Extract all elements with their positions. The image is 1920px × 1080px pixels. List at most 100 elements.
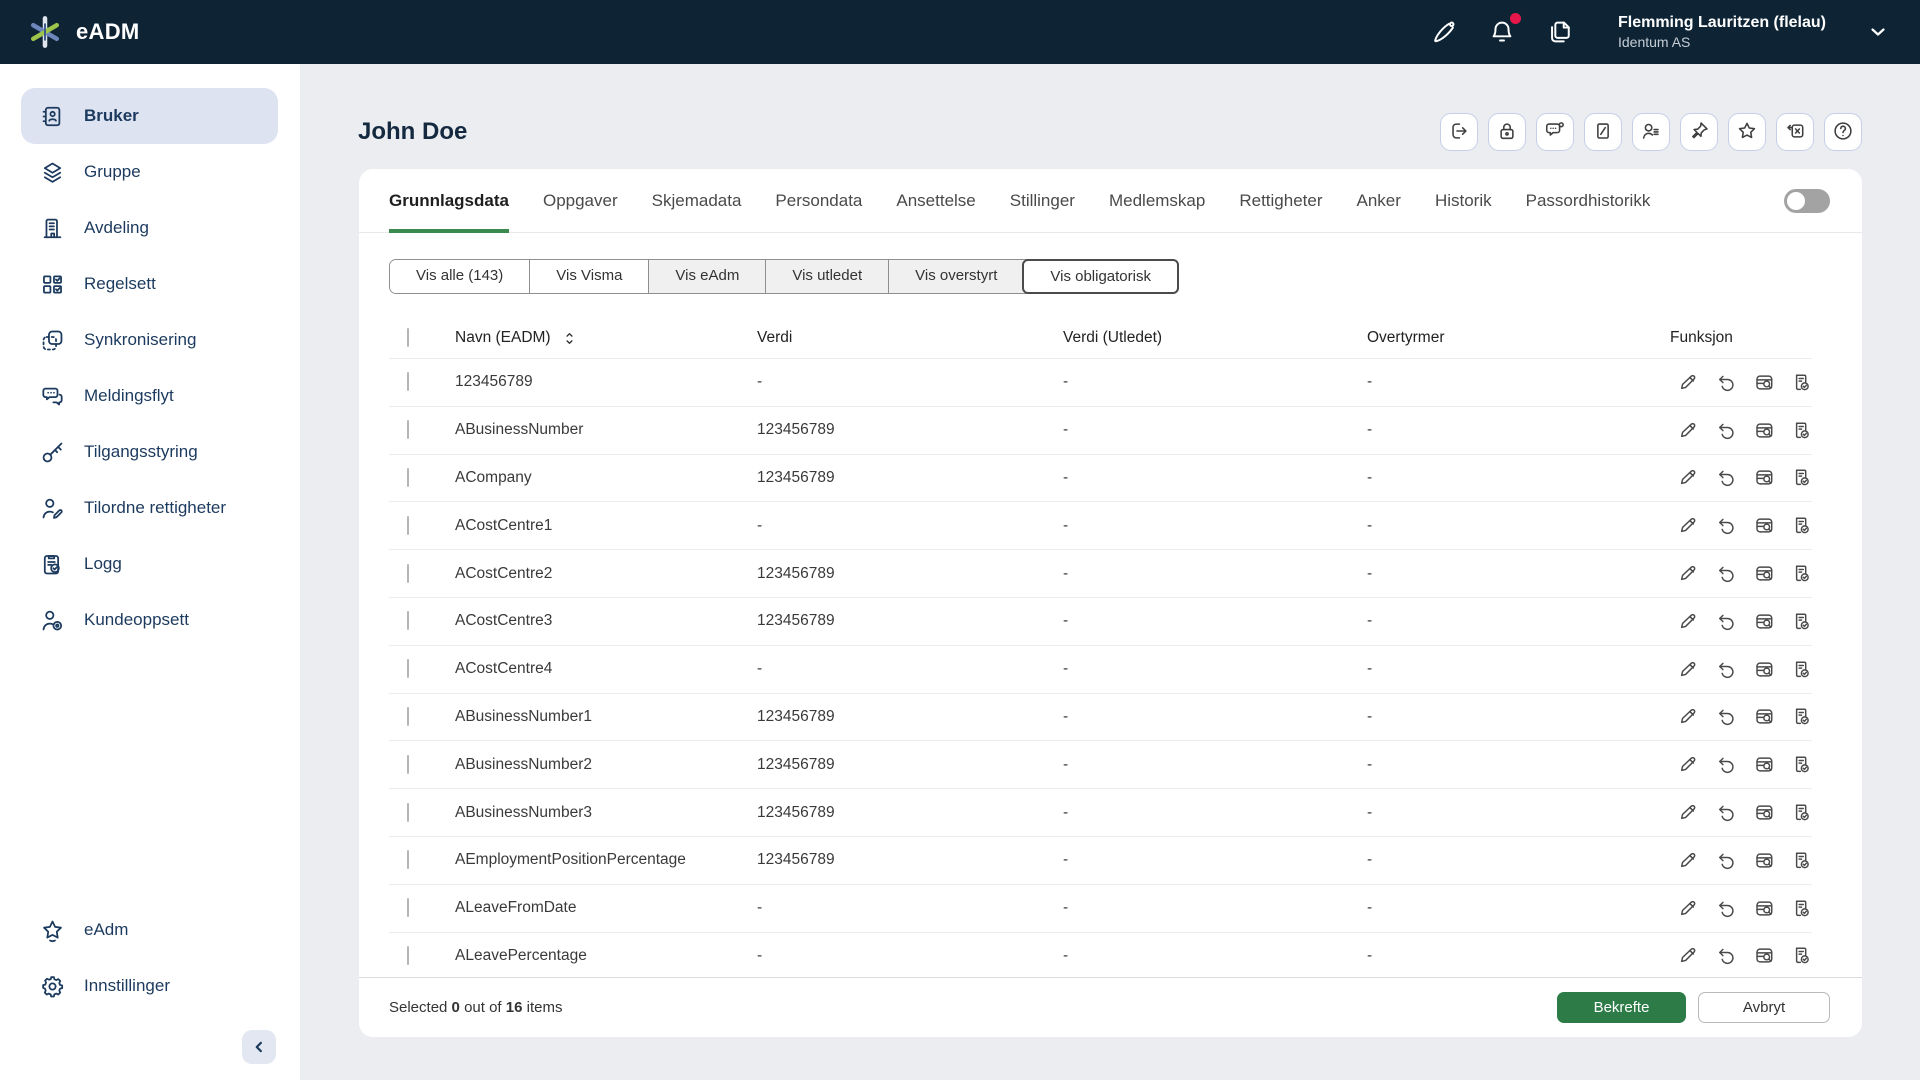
edit-icon[interactable] [1678,466,1699,489]
pen-button[interactable] [1430,18,1458,46]
approve-icon[interactable] [1791,753,1812,776]
sort-icon[interactable] [561,330,578,347]
edit-icon[interactable] [1678,371,1699,394]
approve-icon[interactable] [1791,514,1812,537]
filter-vis-overstyrt[interactable]: Vis overstyrt [888,260,1024,293]
star-button[interactable] [1728,113,1766,151]
edit-icon[interactable] [1678,944,1699,967]
row-checkbox[interactable] [407,372,409,392]
tab-anker[interactable]: Anker [1357,169,1401,232]
undo-icon[interactable] [1716,419,1737,442]
tab-persondata[interactable]: Persondata [775,169,862,232]
approve-icon[interactable] [1791,658,1812,681]
approve-icon[interactable] [1791,466,1812,489]
undo-icon[interactable] [1716,466,1737,489]
sidebar-item-logg[interactable]: Logg [21,536,278,592]
tab-rettigheter[interactable]: Rettigheter [1239,169,1322,232]
view-toggle[interactable] [1784,188,1830,213]
inspect-icon[interactable] [1754,466,1775,489]
filter-vis-utledet[interactable]: Vis utledet [765,260,889,293]
inspect-icon[interactable] [1754,801,1775,824]
approve-icon[interactable] [1791,801,1812,824]
box-x-button[interactable] [1776,113,1814,151]
help-button[interactable] [1824,113,1862,151]
approve-icon[interactable] [1791,562,1812,585]
person-list-button[interactable] [1632,113,1670,151]
tab-grunnlagsdata[interactable]: Grunnlagsdata [389,169,509,233]
sidebar-item-eadm[interactable]: eAdm [21,902,278,958]
pin-button[interactable] [1680,113,1718,151]
row-checkbox[interactable] [407,706,409,726]
edit-icon[interactable] [1678,801,1699,824]
tag-button[interactable] [1584,113,1622,151]
column-header-navn[interactable]: Navn (EADM) [455,329,551,347]
edit-icon[interactable] [1678,514,1699,537]
row-checkbox[interactable] [407,563,409,583]
approve-icon[interactable] [1791,897,1812,920]
row-checkbox[interactable] [407,611,409,631]
filter-vis-alle-143[interactable]: Vis alle (143) [390,260,530,293]
approve-icon[interactable] [1791,610,1812,633]
inspect-icon[interactable] [1754,610,1775,633]
tab-passordhistorikk[interactable]: Passordhistorikk [1526,169,1651,232]
approve-icon[interactable] [1791,371,1812,394]
cancel-button[interactable]: Avbryt [1698,992,1830,1023]
row-checkbox[interactable] [407,802,409,822]
row-checkbox[interactable] [407,659,409,679]
tab-stillinger[interactable]: Stillinger [1010,169,1075,232]
inspect-icon[interactable] [1754,705,1775,728]
undo-icon[interactable] [1716,562,1737,585]
select-all-checkbox[interactable] [407,328,409,347]
undo-icon[interactable] [1716,849,1737,872]
inspect-icon[interactable] [1754,897,1775,920]
filter-vis-obligatorisk[interactable]: Vis obligatorisk [1022,259,1179,294]
sidebar-item-avdeling[interactable]: Avdeling [21,200,278,256]
confirm-button[interactable]: Bekrefte [1557,992,1686,1023]
edit-icon[interactable] [1678,562,1699,585]
tab-oppgaver[interactable]: Oppgaver [543,169,618,232]
inspect-icon[interactable] [1754,562,1775,585]
edit-icon[interactable] [1678,849,1699,872]
inspect-icon[interactable] [1754,658,1775,681]
row-checkbox[interactable] [407,850,409,870]
chat-status-button[interactable] [1536,113,1574,151]
inspect-icon[interactable] [1754,514,1775,537]
approve-icon[interactable] [1791,944,1812,967]
undo-icon[interactable] [1716,753,1737,776]
row-checkbox[interactable] [407,898,409,918]
sidebar-collapse-button[interactable] [242,1030,276,1064]
sidebar-item-bruker[interactable]: Bruker [21,88,278,144]
undo-icon[interactable] [1716,944,1737,967]
tab-historik[interactable]: Historik [1435,169,1492,232]
tab-medlemskap[interactable]: Medlemskap [1109,169,1205,232]
tab-ansettelse[interactable]: Ansettelse [896,169,975,232]
sidebar-item-regelsett[interactable]: Regelsett [21,256,278,312]
row-checkbox[interactable] [407,754,409,774]
user-menu[interactable]: Flemming Lauritzen (flelau) Identum AS [1618,13,1826,52]
sidebar-item-kundeoppsett[interactable]: Kundeoppsett [21,592,278,648]
inspect-icon[interactable] [1754,849,1775,872]
bell-button[interactable] [1488,12,1521,46]
undo-icon[interactable] [1716,514,1737,537]
undo-icon[interactable] [1716,801,1737,824]
row-checkbox[interactable] [407,515,409,535]
tab-skjemadata[interactable]: Skjemadata [652,169,742,232]
logout-button[interactable] [1440,113,1478,151]
edit-icon[interactable] [1678,705,1699,728]
sidebar-item-synkronisering[interactable]: Synkronisering [21,312,278,368]
undo-icon[interactable] [1716,705,1737,728]
chevron-down-icon[interactable] [1866,20,1890,44]
edit-icon[interactable] [1678,753,1699,776]
inspect-icon[interactable] [1754,419,1775,442]
sidebar-item-meldingsflyt[interactable]: Meldingsflyt [21,368,278,424]
undo-icon[interactable] [1716,371,1737,394]
inspect-icon[interactable] [1754,753,1775,776]
edit-icon[interactable] [1678,658,1699,681]
edit-icon[interactable] [1678,897,1699,920]
row-checkbox[interactable] [407,467,409,487]
edit-icon[interactable] [1678,419,1699,442]
sidebar-item-gruppe[interactable]: Gruppe [21,144,278,200]
row-checkbox[interactable] [407,420,409,440]
inspect-icon[interactable] [1754,371,1775,394]
undo-icon[interactable] [1716,897,1737,920]
